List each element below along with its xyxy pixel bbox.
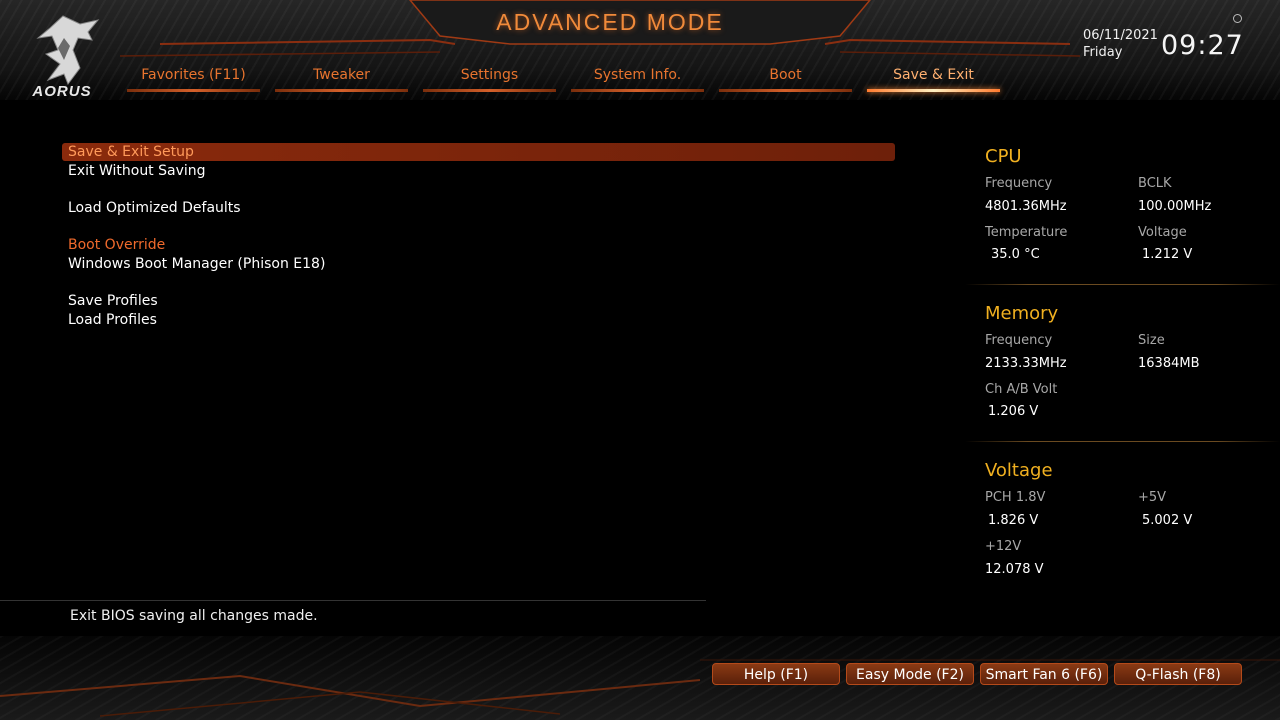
tab-label: Save & Exit xyxy=(893,67,974,83)
tab-underline xyxy=(719,89,852,92)
day: Friday xyxy=(1083,45,1123,60)
logo-text: AORUS xyxy=(32,83,92,100)
memory-size-value: 16384MB xyxy=(1138,356,1200,371)
menu-item-exit-without-saving[interactable]: Exit Without Saving xyxy=(62,162,895,180)
menu-item-load-optimized-defaults[interactable]: Load Optimized Defaults xyxy=(62,199,895,217)
tab-label: System Info. xyxy=(593,67,682,83)
settings-icon[interactable] xyxy=(1233,14,1242,23)
menu-item-load-profiles[interactable]: Load Profiles xyxy=(62,311,895,329)
cpu-bclk-value: 100.00MHz xyxy=(1138,199,1212,214)
memory-chab-volt-value: 1.206 V xyxy=(988,404,1039,419)
cpu-voltage-label: Voltage xyxy=(1138,225,1187,240)
memory-frequency-value: 2133.33MHz xyxy=(985,356,1067,371)
12v-label: +12V xyxy=(985,539,1022,554)
voltage-section-title: Voltage xyxy=(985,460,1053,481)
menu-item-save-profiles[interactable]: Save Profiles xyxy=(62,292,895,310)
cpu-voltage-value: 1.212 V xyxy=(1142,247,1193,262)
tab-label: Boot xyxy=(769,67,802,83)
memory-frequency-label: Frequency xyxy=(985,333,1053,348)
memory-size-label: Size xyxy=(1138,333,1165,348)
tab-label: Settings xyxy=(460,67,519,83)
menu-item-boot-entry[interactable]: Windows Boot Manager (Phison E18) xyxy=(62,255,895,273)
smart-fan-button[interactable]: Smart Fan 6 (F6) xyxy=(980,663,1108,685)
cpu-frequency-label: Frequency xyxy=(985,176,1053,191)
tab-label: Tweaker xyxy=(313,67,370,83)
tab-settings[interactable]: Settings xyxy=(423,64,556,92)
tab-tweaker[interactable]: Tweaker xyxy=(275,64,408,92)
tab-system-info[interactable]: System Info. xyxy=(571,64,704,92)
easy-mode-button[interactable]: Easy Mode (F2) xyxy=(846,663,974,685)
5v-label: +5V xyxy=(1138,490,1167,505)
memory-section-title: Memory xyxy=(985,303,1059,324)
panel-divider xyxy=(965,441,1280,442)
5v-value: 5.002 V xyxy=(1142,513,1193,528)
tab-underline xyxy=(127,89,260,92)
tab-underline xyxy=(275,89,408,92)
memory-chab-volt-label: Ch A/B Volt xyxy=(985,382,1058,397)
hardware-monitor-panel: CPU Frequency BCLK 4801.36MHz 100.00MHz … xyxy=(965,140,1280,600)
tab-label: Favorites (F11) xyxy=(141,67,246,83)
tab-underline xyxy=(867,89,1000,92)
panel-divider xyxy=(965,284,1280,285)
cpu-bclk-label: BCLK xyxy=(1138,176,1172,191)
tab-favorites[interactable]: Favorites (F11) xyxy=(127,64,260,92)
help-description: Exit BIOS saving all changes made. xyxy=(70,608,318,624)
clock: 09:27 xyxy=(1161,30,1244,61)
boot-override-heading: Boot Override xyxy=(68,237,166,253)
menu-item-save-exit-setup[interactable]: Save & Exit Setup xyxy=(62,143,895,161)
help-divider xyxy=(0,600,706,601)
tab-boot[interactable]: Boot xyxy=(719,64,852,92)
tab-save-exit[interactable]: Save & Exit xyxy=(867,64,1000,92)
cpu-frequency-value: 4801.36MHz xyxy=(985,199,1067,214)
help-button[interactable]: Help (F1) xyxy=(712,663,840,685)
pch-voltage-label: PCH 1.8V xyxy=(985,490,1046,505)
tab-underline xyxy=(423,89,556,92)
mode-title: ADVANCED MODE xyxy=(496,9,724,35)
pch-voltage-value: 1.826 V xyxy=(988,513,1039,528)
12v-value: 12.078 V xyxy=(985,562,1044,577)
date: 06/11/2021 xyxy=(1083,28,1158,43)
cpu-temperature-value: 35.0 °C xyxy=(991,247,1040,262)
cpu-section-title: CPU xyxy=(985,146,1022,167)
tab-underline xyxy=(571,89,704,92)
qflash-button[interactable]: Q-Flash (F8) xyxy=(1114,663,1242,685)
cpu-temperature-label: Temperature xyxy=(985,225,1068,240)
